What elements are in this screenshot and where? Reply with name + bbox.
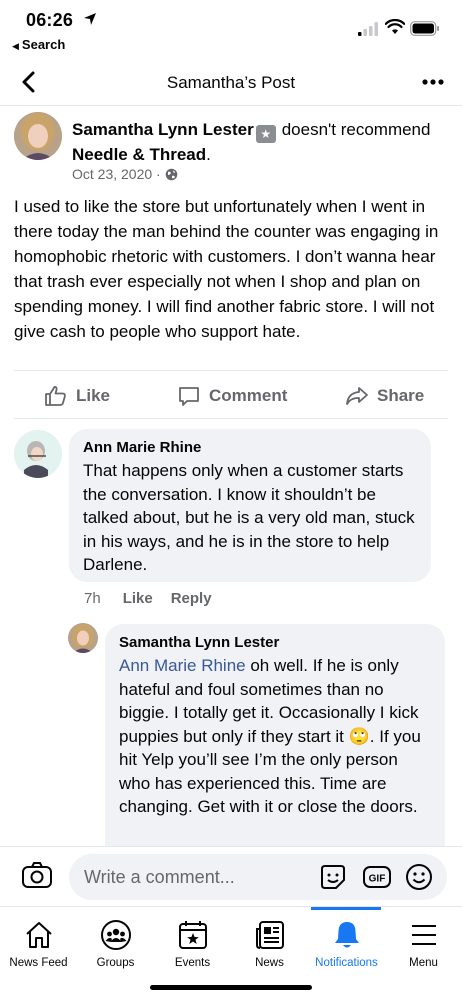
tab-groups[interactable]: Groups	[77, 907, 154, 977]
wifi-icon	[385, 19, 405, 34]
share-label: Share	[377, 386, 425, 405]
comment-bubble-icon	[179, 387, 199, 406]
thumbs-up-icon	[45, 386, 66, 406]
author-avatar[interactable]	[14, 112, 62, 160]
author-photo	[14, 112, 62, 160]
svg-text:GIF: GIF	[369, 874, 386, 885]
reply-text: Ann Marie Rhine oh well. If he is only h…	[119, 654, 431, 819]
tab-label: Menu	[409, 957, 438, 969]
menu-icon	[412, 925, 436, 945]
more-options-icon[interactable]	[422, 72, 444, 92]
commenter-avatar[interactable]	[14, 430, 62, 478]
tab-notifications[interactable]: Notifications	[308, 907, 385, 977]
back-to-search-link[interactable]: ◀ Search	[12, 37, 65, 52]
location-arrow-icon	[84, 13, 96, 25]
eye-roll-emoji: 🙄	[348, 726, 370, 746]
reply-author-name[interactable]: Samantha Lynn Lester	[119, 634, 431, 651]
share-arrow-icon	[346, 387, 368, 405]
groups-icon	[101, 920, 131, 950]
comment-time: 7h	[84, 590, 101, 607]
reply-mention-link[interactable]: Ann Marie Rhine	[119, 656, 246, 675]
tab-label: News Feed	[9, 957, 68, 969]
sticker-icon[interactable]	[318, 863, 348, 891]
tab-label: Events	[174, 957, 211, 969]
commenter-photo	[14, 430, 62, 478]
share-button[interactable]: Share	[345, 382, 424, 410]
back-to-search-label: Search	[21, 37, 66, 52]
like-label: Like	[76, 386, 111, 405]
status-bar: 06:26 ◀ Search	[0, 0, 462, 58]
tab-label: News	[255, 957, 284, 969]
bell-icon	[335, 922, 359, 948]
status-time: 06:26	[26, 10, 74, 30]
reply-avatar[interactable]	[68, 623, 98, 653]
comment-text: That happens only when a customer starts…	[83, 461, 415, 574]
post-author-line: Samantha Lynn Lester ★ doesn't recommend N…	[72, 120, 431, 164]
cellular-signal-icon	[358, 22, 378, 36]
calendar-icon	[179, 921, 207, 949]
page-title: Samantha’s Post	[166, 73, 296, 92]
commenter-name[interactable]: Ann Marie Rhine	[83, 439, 417, 456]
profile-badge-icon: ★	[255, 125, 276, 143]
comment-label: Comment	[209, 386, 288, 405]
tab-label: Notifications	[315, 957, 378, 969]
post-text: I used to like the store but unfortunate…	[14, 197, 439, 341]
home-icon	[26, 922, 52, 948]
reply-bubble[interactable]: Samantha Lynn Lester Ann Marie Rhine oh …	[105, 624, 445, 864]
tab-label: Groups	[96, 957, 135, 969]
gif-icon[interactable]: GIF	[362, 863, 392, 891]
tab-news-feed[interactable]: News Feed	[0, 907, 77, 977]
post-actions: Like Comment Share	[0, 380, 462, 414]
battery-icon	[410, 21, 439, 36]
news-icon	[256, 921, 284, 949]
divider	[14, 418, 448, 419]
post-date: Oct 23, 2020 ·	[72, 166, 178, 182]
camera-icon[interactable]	[20, 859, 54, 893]
back-triangle-icon: ◀	[12, 41, 19, 51]
divider	[14, 370, 448, 371]
tab-news[interactable]: News	[231, 907, 308, 977]
page-name[interactable]: Needle & Thread	[72, 145, 206, 164]
comment-button[interactable]: Comment	[177, 382, 287, 410]
post-header-bar: Samantha’s Post	[0, 60, 462, 106]
like-button[interactable]: Like	[44, 382, 110, 410]
recommend-verb: doesn't recommend	[281, 120, 431, 139]
comment-meta: 7h Like Reply	[84, 590, 230, 607]
comment-reply-button[interactable]: Reply	[171, 590, 212, 607]
public-globe-icon	[165, 168, 177, 181]
reply-author-photo	[68, 623, 98, 653]
author-name[interactable]: Samantha Lynn Lester	[72, 120, 254, 139]
emoji-icon[interactable]	[404, 863, 434, 891]
comment-bubble[interactable]: Ann Marie Rhine That happens only when a…	[69, 429, 431, 582]
comment-like-button[interactable]: Like	[123, 590, 153, 607]
comment-composer: GIF	[0, 846, 462, 906]
tab-menu[interactable]: Menu	[385, 907, 462, 977]
home-indicator	[150, 985, 312, 990]
tab-events[interactable]: Events	[154, 907, 231, 977]
post-date-text: Oct 23, 2020 ·	[72, 166, 161, 182]
